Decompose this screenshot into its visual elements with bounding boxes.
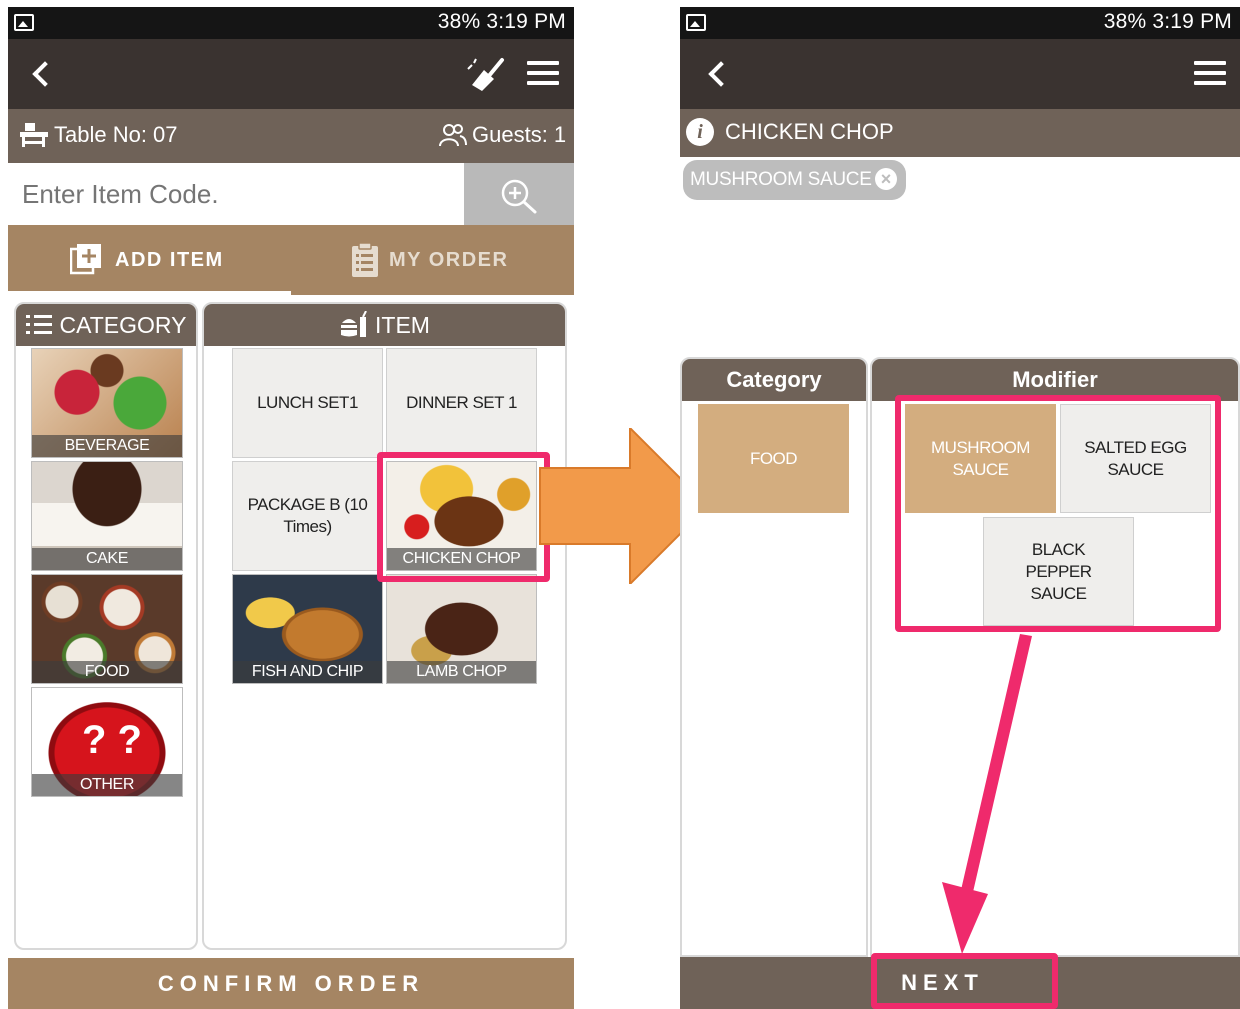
chip-remove-icon[interactable]: × [875,168,897,190]
gallery-notification-icon [14,14,34,31]
category-food-label: FOOD [32,661,182,683]
back-icon[interactable] [708,61,734,87]
status-bar: 38% 3:19 PM [680,7,1240,39]
gallery-notification-icon [686,14,706,31]
item-package-b-label: PACKAGE B (10 Times) [247,495,368,536]
category-other[interactable]: ? ? OTHER [31,687,183,797]
category-header-label: CATEGORY [59,311,187,338]
question-dice-icon: ? ? [82,718,142,762]
item-lunch-set1-label: LUNCH SET1 [257,393,358,412]
menu-icon[interactable] [1194,61,1226,91]
top-app-bar [8,39,574,109]
down-arrow-icon [942,634,1032,954]
category-cake-label: CAKE [32,548,182,570]
item-dinner-set-1-label: DINNER SET 1 [406,393,517,412]
item-title-bar: i CHICKEN CHOP [680,109,1240,157]
category-other-label: OTHER [32,774,182,796]
confirm-order-button[interactable]: CONFIRM ORDER [8,958,574,1009]
item-header-label: ITEM [375,311,430,338]
tab-my-order[interactable]: MY ORDER [291,225,574,295]
table-info-bar: Table No: 07 Guests: 1 [8,109,574,163]
item-lunch-set1[interactable]: LUNCH SET1 [232,348,383,458]
next-highlight [871,953,1058,1009]
status-text: 38% 3:19 PM [1103,10,1232,33]
confirm-order-label: CONFIRM ORDER [157,970,425,996]
item-fish-and-chip[interactable]: FISH AND CHIP [232,574,383,684]
tab-my-order-label: MY ORDER [389,249,509,271]
table-icon [20,123,48,147]
zoom-in-icon [501,179,537,214]
info-icon: i [686,118,714,146]
clipboard-list-icon [352,242,378,277]
modifier-highlight [895,395,1221,632]
tab-add-item-label: ADD ITEM [115,249,224,271]
item-lamb-chop-label: LAMB CHOP [387,661,536,683]
food-drink-icon [341,311,367,337]
category-food[interactable]: FOOD [31,574,183,684]
item-dinner-set-1[interactable]: DINNER SET 1 [386,348,537,458]
add-item-icon [70,244,101,275]
table-number-label: Table No: 07 [54,122,178,147]
modifier-category-food[interactable]: FOOD [698,404,849,513]
modifier-category-header: Category [682,359,866,401]
modifier-header-label: Modifier [1012,367,1098,392]
item-code-input[interactable] [8,163,464,225]
category-header: CATEGORY [16,304,196,346]
list-icon [25,315,52,335]
tab-add-item[interactable]: ADD ITEM [8,225,291,295]
modifier-category-header-label: Category [726,367,822,392]
tab-bar: ADD ITEM MY ORDER [8,225,574,295]
status-bar: 38% 3:19 PM [8,7,574,39]
active-tab-indicator [8,291,291,295]
item-title: CHICKEN CHOP [725,119,894,144]
category-beverage[interactable]: BEVERAGE [31,348,183,458]
category-beverage-label: BEVERAGE [32,435,182,457]
top-app-bar [680,39,1240,109]
modifier-category-food-label: FOOD [749,448,798,468]
menu-icon[interactable] [527,61,559,91]
search-button[interactable] [464,163,574,225]
guests-icon [439,124,467,147]
item-package-b[interactable]: PACKAGE B (10 Times) [232,461,383,571]
modifier-chip: MUSHROOM SAUCE × [683,160,906,200]
back-icon[interactable] [32,61,58,87]
guests-label: Guests: 1 [472,122,567,147]
item-fish-and-chip-label: FISH AND CHIP [233,661,382,683]
broom-icon[interactable] [466,57,506,93]
status-text: 38% 3:19 PM [437,10,566,33]
category-cake[interactable]: CAKE [31,461,183,571]
item-header: ITEM [204,304,565,346]
chicken-chop-highlight [377,452,550,582]
modifier-chip-label: MUSHROOM SAUCE [690,169,872,190]
item-lamb-chop[interactable]: LAMB CHOP [386,574,537,684]
